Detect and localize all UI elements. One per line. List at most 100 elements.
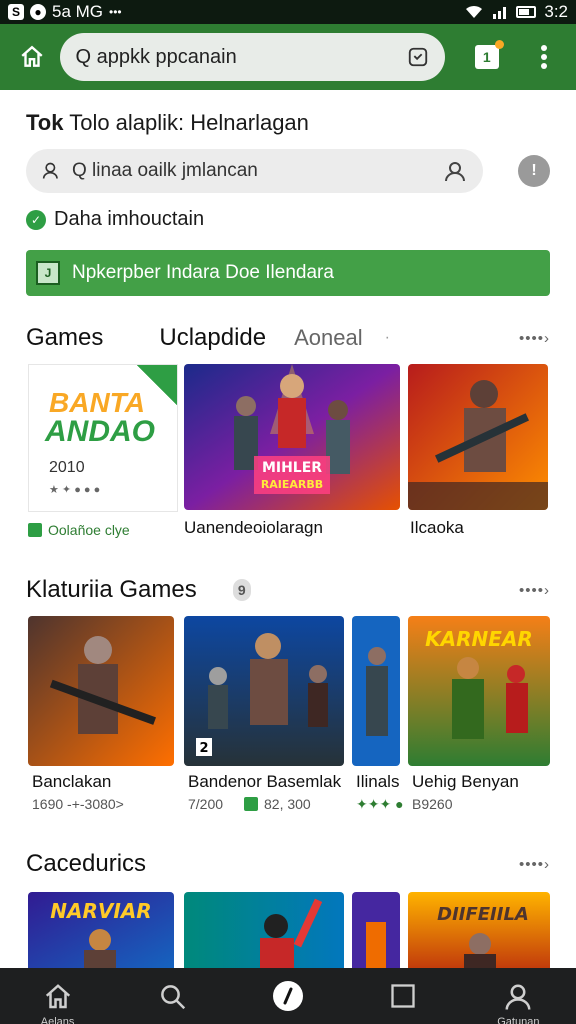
game-art: MIHLER RAIEARBB	[184, 364, 400, 510]
section-badge: 9	[232, 579, 251, 601]
card-caption: Uehig Benyan	[412, 772, 519, 791]
account-icon	[505, 984, 531, 1010]
search-icon	[160, 985, 185, 1010]
more-link[interactable]: ••••›	[519, 330, 550, 347]
card-subcaption-2: 82, 300	[244, 796, 311, 812]
tab-aoneal[interactable]: Aoneal	[294, 325, 363, 351]
ad-caption: Oolañoe clye	[28, 522, 130, 538]
page-title-rest: Tolo alaplik: Helnarlagan	[69, 110, 309, 135]
nav-compass[interactable]	[258, 981, 318, 1011]
game-card[interactable]	[184, 892, 344, 968]
ad-line2: ANDAO	[45, 415, 155, 448]
nav-account-label: Gatunan	[497, 1016, 540, 1024]
nav-square[interactable]	[373, 982, 433, 1010]
banner-text: Npkerpber Indara Doe Ilendara	[72, 262, 334, 283]
card-caption: Banclakan	[32, 772, 112, 791]
home-icon	[21, 45, 43, 67]
page-title-bold: Tok	[26, 110, 64, 135]
section-title-categories: Cacedurics	[26, 850, 147, 877]
more-link[interactable]: ••••›	[519, 582, 550, 599]
card-subcaption: 7/200	[188, 796, 224, 812]
check-square-icon	[28, 523, 42, 537]
banner-icon: J	[36, 261, 60, 285]
person-search-icon	[42, 162, 58, 179]
card-art-title: NARVIAR	[50, 899, 151, 923]
game-card[interactable]	[352, 616, 400, 766]
nav-home[interactable]: Aelans	[28, 982, 88, 1024]
home-button[interactable]	[12, 37, 52, 77]
game-art	[352, 616, 400, 766]
check-circle-icon: ✓	[26, 209, 46, 230]
battery-icon	[516, 6, 537, 18]
card-sub2-text: 82, 300	[264, 796, 311, 812]
card-art-subtitle: RAIEARBB	[261, 478, 323, 491]
game-card[interactable]: NARVIAR	[28, 892, 174, 968]
card-caption: Bandenor Basemlak	[188, 772, 342, 791]
verified-row: ✓ Daha imhouctain	[26, 208, 204, 231]
verified-text: Daha imhouctain	[54, 208, 205, 230]
nav-account[interactable]: Gatunan	[488, 982, 548, 1024]
home-icon	[45, 984, 70, 1009]
tabs-count-icon: 1	[474, 40, 504, 69]
status-time: 3:2	[544, 2, 568, 21]
section-featured-header: Klaturiia Games 9 ••••›	[26, 576, 550, 604]
browser-toolbar: Q appkk ppcanain 1	[0, 24, 576, 90]
game-art: 2	[184, 616, 344, 766]
ad-caption-text: Oolañoe clye	[48, 522, 130, 538]
shield-icon[interactable]	[407, 46, 429, 68]
nav-search[interactable]	[143, 982, 203, 1012]
tabs-button[interactable]: 1	[467, 37, 507, 77]
card-art-title: MIHLER	[262, 460, 322, 476]
game-art: NARVIAR	[28, 892, 174, 968]
page-title: Tok Tolo alaplik: Helnarlagan	[26, 110, 309, 136]
bottom-navigation: Aelans Gatunan	[0, 968, 576, 1024]
game-card[interactable]: KARNEAR	[408, 616, 550, 766]
game-art	[352, 892, 400, 968]
card-subcaption: 1690 -+-3080>	[32, 796, 124, 812]
section-title-games: Games	[26, 324, 104, 351]
promo-banner[interactable]: J Npkerpber Indara Doe Ilendara	[26, 250, 550, 296]
page-content: Tok Tolo alaplik: Helnarlagan Q linaa oa…	[6, 96, 570, 968]
signal-icon	[493, 7, 507, 19]
game-card[interactable]	[408, 364, 548, 510]
square-icon	[391, 984, 415, 1008]
status-bar: S ● 5a MG ••• 3:2	[0, 0, 576, 24]
section-categories-header: Cacedurics ••••›	[26, 850, 550, 878]
menu-button[interactable]	[525, 37, 565, 77]
game-art: KARNEAR	[408, 616, 550, 766]
more-link[interactable]: ••••›	[519, 856, 550, 873]
game-art	[184, 892, 344, 968]
card-subcaption: B9260	[412, 796, 453, 812]
game-card[interactable]: DIIFEIILA	[408, 892, 550, 968]
nav-home-label: Aelans	[40, 1016, 75, 1024]
notification-icon: ●	[30, 4, 46, 20]
account-icon[interactable]	[443, 159, 467, 183]
s-app-icon: S	[8, 4, 24, 20]
badge-icon	[244, 797, 258, 811]
search-input[interactable]: Q linaa oailk jmlancan	[26, 149, 483, 193]
ad-year: 2010	[49, 459, 85, 476]
url-text: Q appkk ppcanain	[75, 45, 237, 68]
game-art	[28, 616, 174, 766]
game-card[interactable]	[352, 892, 400, 968]
tab-uclapdide[interactable]: Uclapdide	[159, 324, 266, 352]
address-bar[interactable]: Q appkk ppcanain	[59, 33, 445, 81]
game-card[interactable]	[28, 616, 174, 766]
wifi-icon	[466, 5, 483, 18]
tab-separator: ·	[384, 329, 390, 346]
sponsored-tile[interactable]: BANTA ANDAO 2010 ★ ✦ ● ● ●	[28, 364, 178, 512]
game-art: DIIFEIILA	[408, 892, 550, 968]
card-caption: Uanendeoiolaragn	[184, 518, 323, 537]
section-games-header: Games Uclapdide Aoneal · ••••›	[26, 324, 550, 352]
card-art-badge: 2	[199, 741, 208, 756]
more-vert-icon	[541, 45, 548, 69]
search-row: Q linaa oailk jmlancan !	[26, 148, 550, 194]
status-left-text: 5a MG	[52, 2, 104, 21]
game-card[interactable]: MIHLER RAIEARBB	[184, 364, 400, 510]
info-icon[interactable]: !	[518, 155, 550, 187]
status-dots: •••	[109, 5, 122, 19]
game-card[interactable]: 2	[184, 616, 344, 766]
card-caption: Ilcaoka	[410, 518, 464, 537]
card-caption: Ilinals	[356, 772, 400, 791]
game-art	[408, 364, 548, 510]
